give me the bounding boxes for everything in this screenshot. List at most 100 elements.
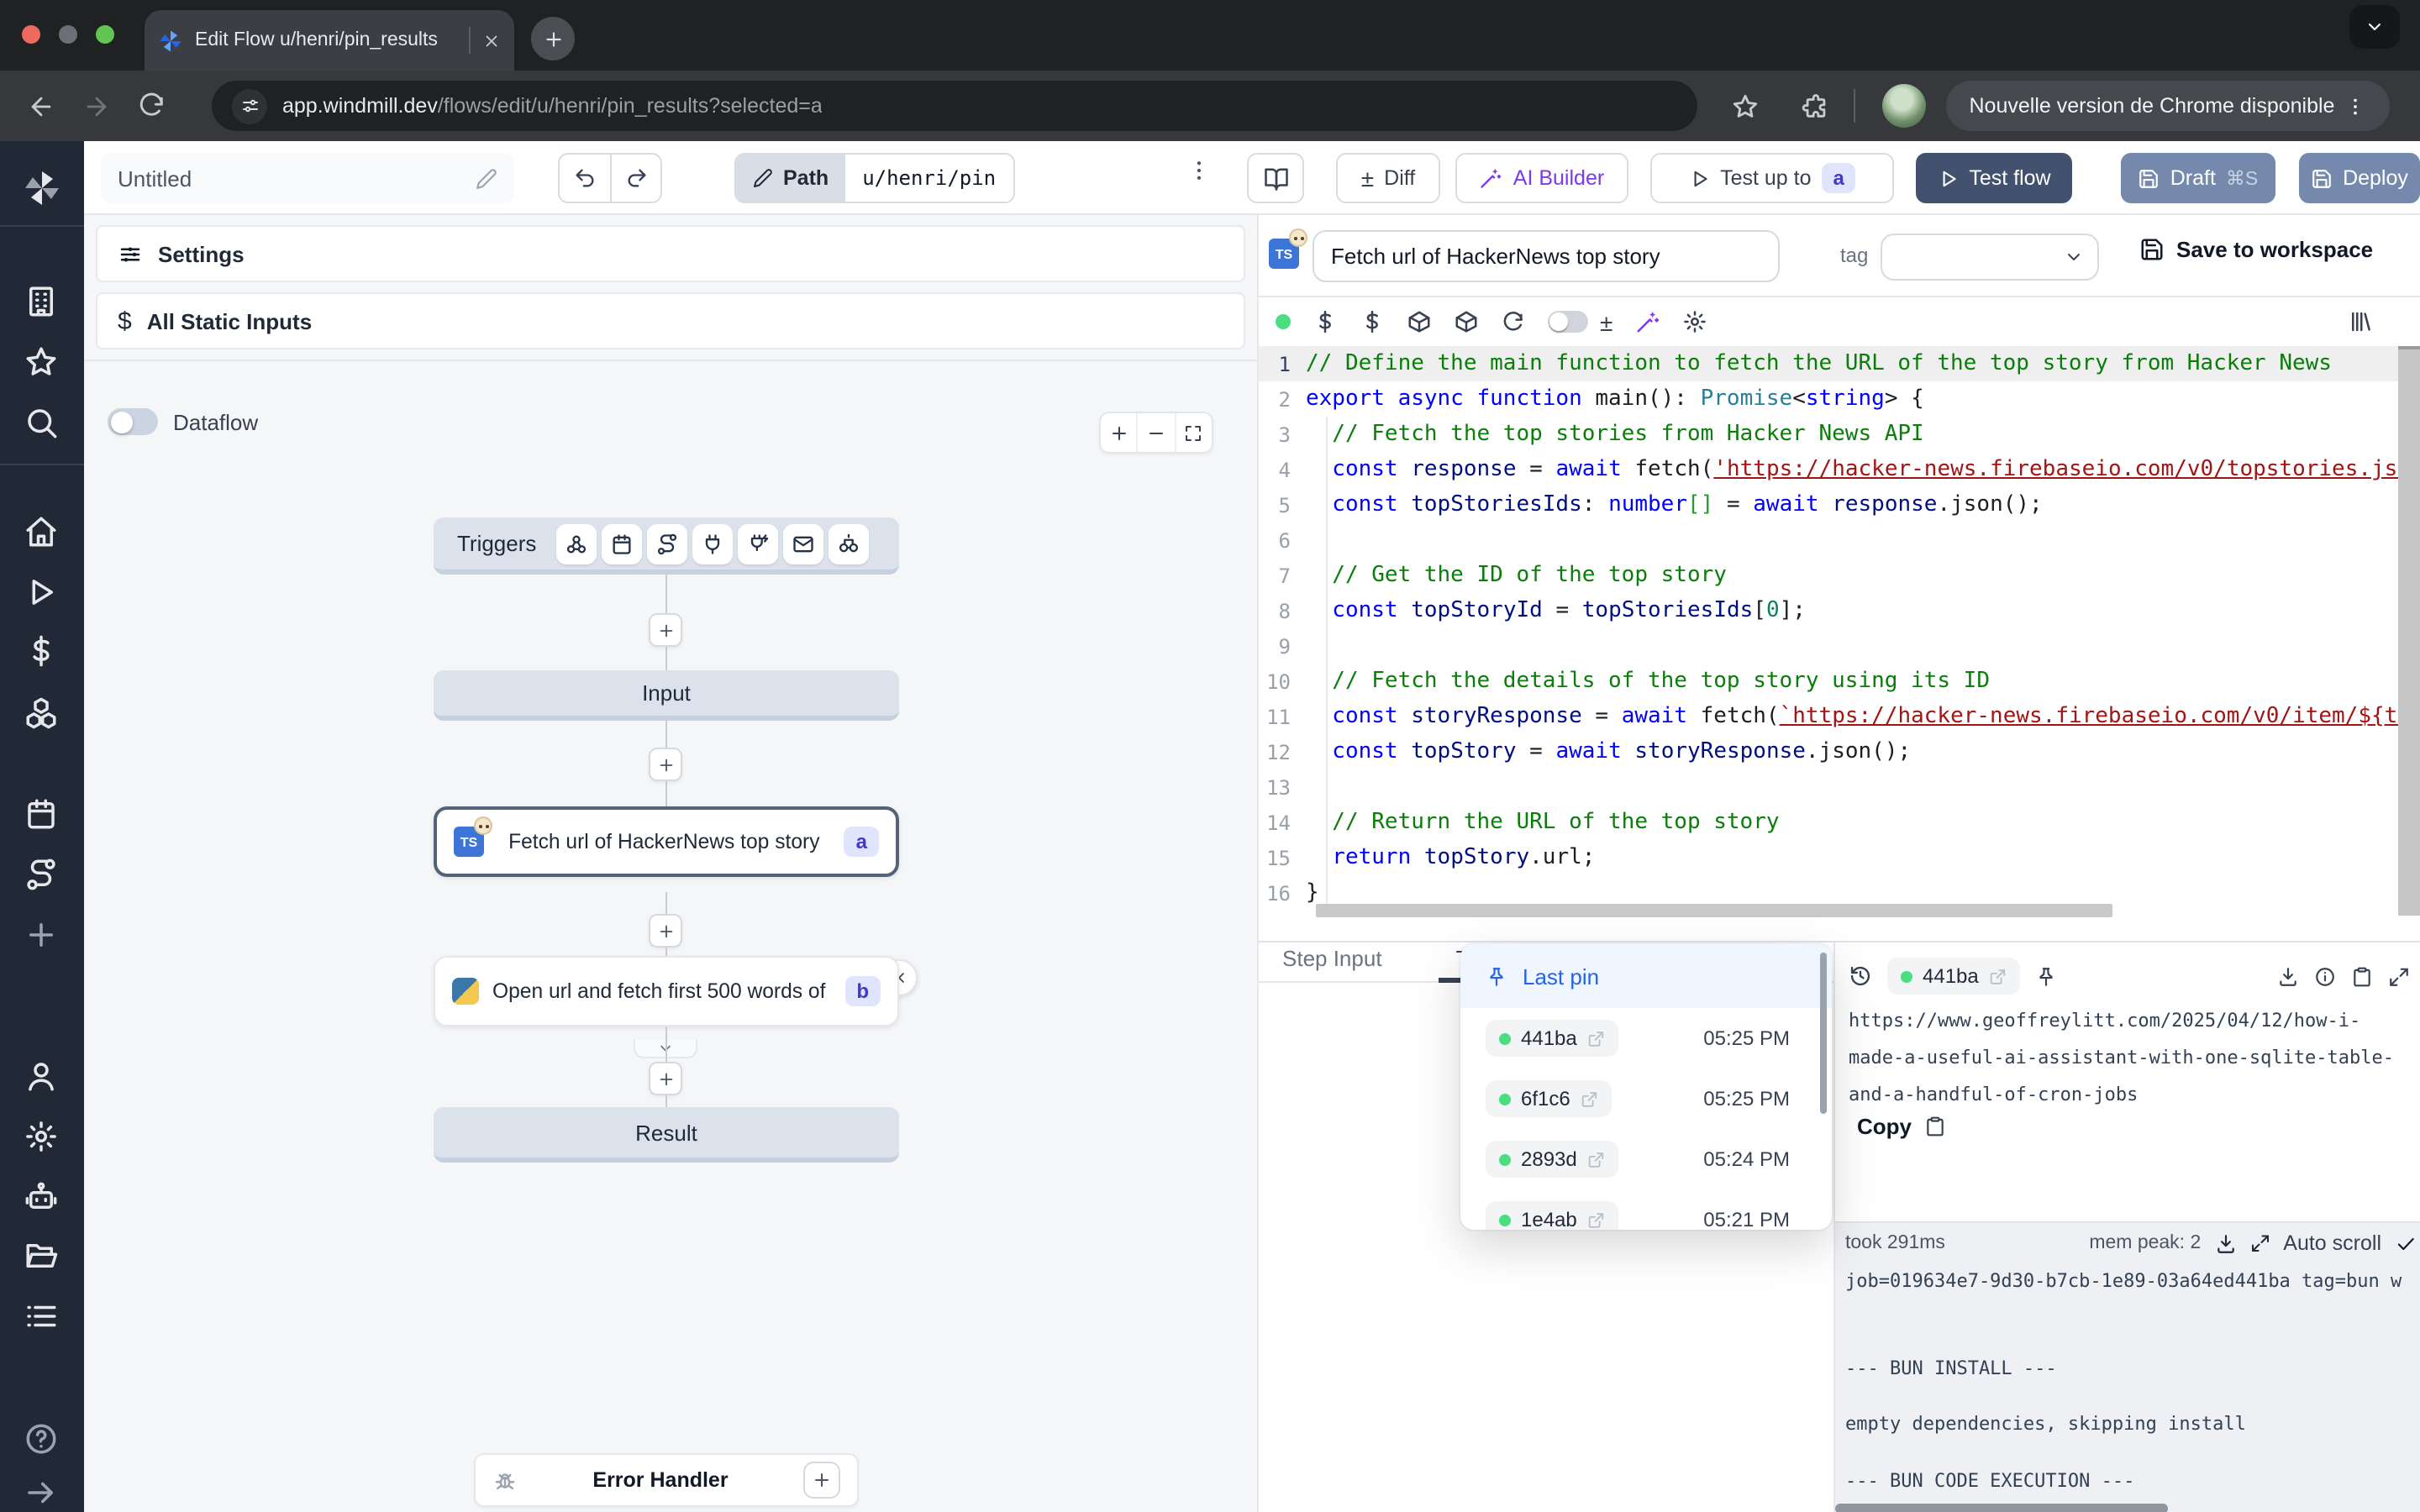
dataflow-toggle[interactable] <box>108 408 158 435</box>
rotate-icon[interactable] <box>1501 309 1526 334</box>
sidebar-item-bot-icon[interactable] <box>24 1179 59 1215</box>
download-icon[interactable] <box>2277 965 2299 987</box>
flow-canvas[interactable]: Dataflow Triggers Input <box>84 360 1257 1512</box>
code-line[interactable]: 5 const topStoriesIds: number[] = await … <box>1259 487 2420 522</box>
extensions-icon[interactable] <box>1802 92 1830 121</box>
package-icon[interactable] <box>1454 309 1479 334</box>
info-icon[interactable] <box>2314 965 2336 987</box>
sidebar-item-home-icon[interactable] <box>24 514 59 549</box>
sidebar-item-logs-icon[interactable] <box>24 1299 59 1334</box>
dollar-icon[interactable] <box>1313 309 1338 334</box>
editor-hscrollbar[interactable] <box>1316 904 2112 917</box>
flow-name-field[interactable]: Untitled <box>101 153 514 203</box>
pencil-icon[interactable] <box>476 167 497 189</box>
save-to-workspace-button[interactable]: Save to workspace <box>2139 237 2373 262</box>
step-b-node[interactable]: Open url and fetch first 500 words of ..… <box>434 956 899 1026</box>
code-line[interactable]: 7 // Get the ID of the top story <box>1259 558 2420 593</box>
external-link-icon[interactable] <box>1587 1029 1606 1047</box>
external-link-icon[interactable] <box>1989 967 2007 985</box>
zoom-in-button[interactable] <box>1101 413 1137 452</box>
code-line[interactable]: 11 const storyResponse = await fetch(`ht… <box>1259 699 2420 734</box>
step-a-node[interactable]: TS Fetch url of HackerNews top story a <box>434 806 899 877</box>
profile-avatar[interactable] <box>1882 84 1926 128</box>
input-node[interactable]: Input <box>434 670 899 721</box>
editor-vscrollbar[interactable] <box>2398 346 2420 916</box>
sidebar-item-folder-open-icon[interactable] <box>24 1238 59 1273</box>
sidebar-item-user-icon[interactable] <box>24 1058 59 1094</box>
fit-view-button[interactable] <box>1174 413 1212 452</box>
trigger-plug-zap-button[interactable] <box>738 523 778 564</box>
pin-id-badge[interactable]: 441ba <box>1486 1020 1619 1057</box>
pin-item[interactable]: 441ba05:25 PM <box>1460 1008 1832 1068</box>
bookmark-icon[interactable] <box>1731 92 1760 121</box>
pin-item[interactable]: 2893d05:24 PM <box>1460 1129 1832 1189</box>
code-line[interactable]: 3 // Fetch the top stories from Hacker N… <box>1259 417 2420 452</box>
address-bar[interactable]: app.windmill.dev/flows/edit/u/henri/pin_… <box>212 81 1697 131</box>
tab-step-input[interactable]: Step Input <box>1282 946 1382 971</box>
code-line[interactable]: 13 <box>1259 769 2420 805</box>
check-icon[interactable] <box>2395 1232 2417 1254</box>
code-line[interactable]: 4 const response = await fetch('https://… <box>1259 452 2420 487</box>
external-link-icon[interactable] <box>1587 1210 1606 1229</box>
draft-button[interactable]: Draft ⌘S <box>2121 153 2275 203</box>
close-window-button[interactable] <box>22 25 40 44</box>
pin-id-badge[interactable]: 1e4ab <box>1486 1201 1619 1230</box>
trigger-route-button[interactable] <box>647 523 687 564</box>
pin-icon[interactable] <box>2036 965 2058 987</box>
code-line[interactable]: 1// Define the main function to fetch th… <box>1259 346 2420 381</box>
last-pin-option[interactable]: Last pin <box>1460 944 1832 1008</box>
code-line[interactable]: 10 // Fetch the details of the top story… <box>1259 664 2420 699</box>
code-line[interactable]: 8 const topStoryId = topStoriesIds[0]; <box>1259 593 2420 628</box>
zoom-window-button[interactable] <box>96 25 114 44</box>
download-icon[interactable] <box>2214 1232 2236 1254</box>
sidebar-item-arrow-right-icon[interactable] <box>24 1475 59 1510</box>
tag-select[interactable] <box>1881 234 2099 281</box>
tab-search-button[interactable] <box>2349 5 2400 49</box>
browser-tab[interactable]: Edit Flow u/henri/pin_results <box>145 10 514 71</box>
test-flow-button[interactable]: Test flow <box>1916 153 2072 203</box>
docs-button[interactable] <box>1247 153 1304 203</box>
diff-icon[interactable]: ± <box>1600 308 1612 335</box>
code-line[interactable]: 12 const topStory = await storyResponse.… <box>1259 734 2420 769</box>
diff-button[interactable]: ± Diff <box>1336 153 1440 203</box>
clipboard-icon[interactable] <box>2351 965 2373 987</box>
expand-icon[interactable] <box>2249 1233 2270 1253</box>
pin-item[interactable]: 1e4ab05:21 PM <box>1460 1189 1832 1230</box>
pin-id-badge[interactable]: 6f1c6 <box>1486 1080 1612 1117</box>
redo-button[interactable] <box>610 153 662 203</box>
ai-builder-button[interactable]: AI Builder <box>1455 153 1628 203</box>
pin-item[interactable]: 6f1c605:25 PM <box>1460 1068 1832 1129</box>
undo-button[interactable] <box>558 153 610 203</box>
add-step-button[interactable] <box>649 1062 682 1095</box>
test-up-to-button[interactable]: Test up to a <box>1650 153 1894 203</box>
sidebar-item-route-icon[interactable] <box>24 857 59 892</box>
all-static-inputs-row[interactable]: $ All Static Inputs <box>96 292 1245 349</box>
add-error-handler-button[interactable] <box>803 1462 840 1499</box>
trigger-mail-button[interactable] <box>783 523 823 564</box>
sidebar-item-star-icon[interactable] <box>24 344 59 380</box>
tab-close-icon[interactable] <box>482 31 501 50</box>
package-icon[interactable] <box>1407 309 1432 334</box>
trigger-plug-button[interactable] <box>692 523 733 564</box>
wand-icon[interactable] <box>1634 309 1660 334</box>
run-id-badge[interactable]: 441ba <box>1887 958 2021 995</box>
code-line[interactable]: 14 // Return the URL of the top story <box>1259 805 2420 840</box>
code-line[interactable]: 2export async function main(): Promise<s… <box>1259 381 2420 417</box>
more-options-icon[interactable] <box>1186 158 1212 183</box>
back-icon[interactable] <box>27 92 55 120</box>
trigger-calendar-button[interactable] <box>602 523 642 564</box>
pin-id-badge[interactable]: 2893d <box>1486 1141 1619 1178</box>
add-step-button[interactable] <box>649 613 682 647</box>
code-line[interactable]: 6 <box>1259 522 2420 558</box>
reload-icon[interactable] <box>138 92 166 120</box>
trigger-webhook-button[interactable] <box>556 523 597 564</box>
windmill-logo[interactable] <box>22 168 62 208</box>
triggers-node[interactable]: Triggers <box>434 517 899 575</box>
add-step-button[interactable] <box>649 748 682 781</box>
assets-icon[interactable] <box>2348 309 2373 334</box>
step-title-input[interactable]: Fetch url of HackerNews top story <box>1313 230 1780 282</box>
deploy-button[interactable]: Deploy <box>2299 153 2420 203</box>
sidebar-item-plus-icon[interactable] <box>24 917 59 953</box>
code-editor[interactable]: 1// Define the main function to fetch th… <box>1259 346 2420 941</box>
external-link-icon[interactable] <box>1587 1150 1606 1168</box>
